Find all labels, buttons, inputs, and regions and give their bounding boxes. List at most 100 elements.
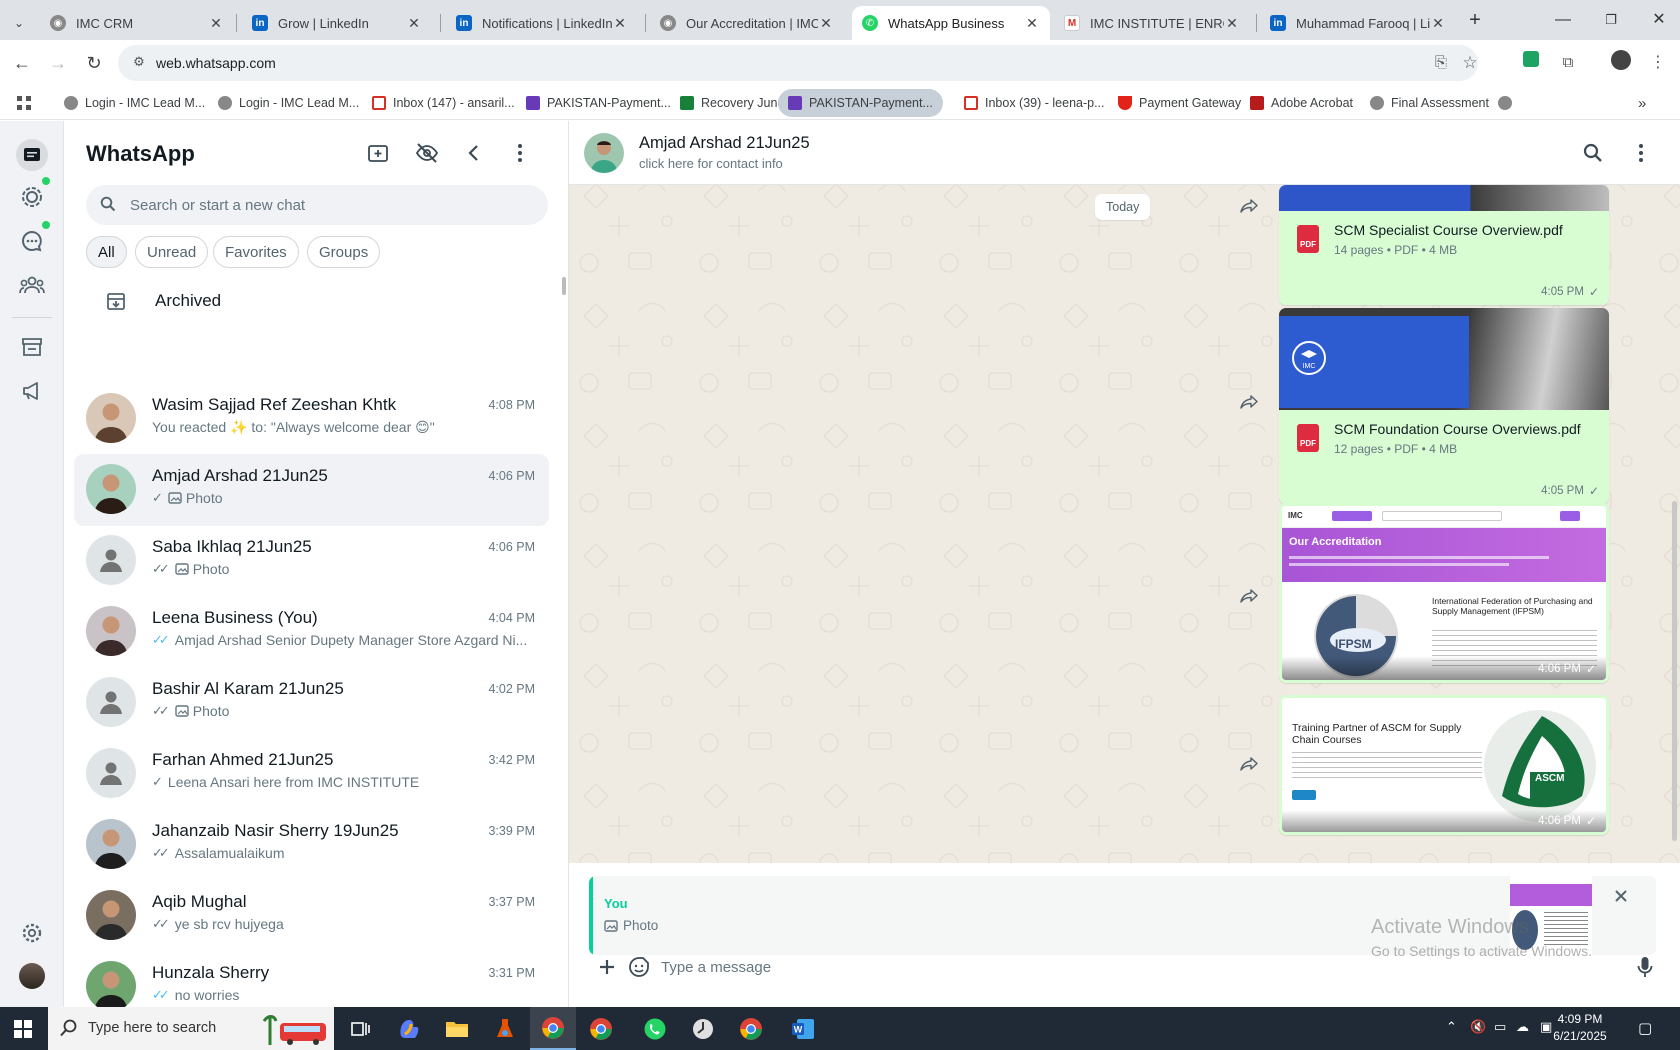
site-info-icon[interactable]: ⚙ bbox=[130, 54, 148, 72]
notification-center-icon[interactable]: ▢ bbox=[1638, 1019, 1652, 1037]
forward-button[interactable]: → bbox=[44, 49, 72, 77]
close-icon[interactable]: ✕ bbox=[1224, 15, 1240, 32]
new-tab-button[interactable]: + bbox=[1452, 8, 1498, 32]
menu-kebab-icon[interactable] bbox=[507, 140, 533, 166]
new-chat-icon[interactable] bbox=[366, 140, 392, 166]
communities-icon[interactable] bbox=[18, 271, 46, 299]
onedrive-cloud-icon[interactable]: ☁ bbox=[1516, 1019, 1529, 1035]
bookmark-item[interactable]: Login - IMC Lead M... bbox=[218, 92, 359, 114]
close-reply-icon[interactable] bbox=[1608, 883, 1634, 909]
volume-muted-icon[interactable]: 🔇 bbox=[1470, 1019, 1486, 1035]
profile-avatar[interactable] bbox=[1608, 50, 1634, 76]
search-icon[interactable] bbox=[1580, 140, 1606, 166]
filter-favorites[interactable]: Favorites bbox=[213, 236, 299, 268]
reload-button[interactable]: ↻ bbox=[80, 49, 108, 77]
channels-icon[interactable] bbox=[18, 227, 46, 255]
bookmark-item[interactable]: Login - IMC Lead M... bbox=[64, 92, 205, 114]
tab-notifications-linkedin[interactable]: in Notifications | LinkedIn ✕ bbox=[446, 6, 638, 40]
clock-app-icon[interactable] bbox=[680, 1007, 726, 1050]
apps-grid-icon[interactable] bbox=[16, 92, 32, 114]
bookmark-item[interactable]: Final Assessment bbox=[1370, 92, 1489, 114]
tab-imc-crm[interactable]: ◉ IMC CRM ✕ bbox=[40, 6, 234, 40]
default-avatar-icon[interactable] bbox=[86, 535, 136, 585]
chats-icon[interactable] bbox=[16, 139, 48, 171]
bookmark-item-hovered[interactable]: PAKISTAN-Payment... bbox=[778, 89, 943, 117]
filter-all[interactable]: All bbox=[86, 236, 127, 268]
back-button[interactable]: ← bbox=[8, 49, 36, 77]
tab-our-accreditation[interactable]: ◉ Our Accreditation | IMC C ✕ bbox=[650, 6, 844, 40]
advertise-megaphone-icon[interactable] bbox=[18, 377, 46, 405]
pinned-app-icon[interactable] bbox=[482, 1007, 528, 1050]
filter-unread[interactable]: Unread bbox=[135, 236, 209, 268]
chat-list-item[interactable]: Leena Business (You) 4:04 PM ✓✓ Amjad Arsha… bbox=[74, 596, 549, 668]
chevron-left-icon[interactable] bbox=[460, 140, 486, 166]
menu-kebab-icon[interactable] bbox=[1628, 140, 1654, 166]
chrome-profile-icon[interactable] bbox=[728, 1007, 774, 1050]
whatsapp-icon[interactable] bbox=[632, 1007, 678, 1050]
contact-avatar[interactable] bbox=[86, 464, 136, 514]
chrome-profile-icon[interactable] bbox=[578, 1007, 624, 1050]
chrome-icon[interactable] bbox=[530, 1007, 576, 1050]
bookmark-item[interactable]: Adobe Acrobat bbox=[1250, 92, 1353, 114]
chat-list-item[interactable]: Saba Ikhlaq 21Jun25 4:06 PM ✓✓ Photo bbox=[74, 525, 549, 597]
task-view-icon[interactable] bbox=[338, 1007, 384, 1050]
document-row[interactable]: PDF SCM Foundation Course Overviews.pdf … bbox=[1287, 416, 1601, 464]
system-clock[interactable]: 4:09 PM 6/21/2025 bbox=[1545, 1011, 1615, 1045]
search-input[interactable] bbox=[130, 185, 530, 225]
browser-menu-icon[interactable]: ⋮ bbox=[1645, 50, 1671, 76]
status-icon[interactable] bbox=[18, 183, 46, 211]
close-icon[interactable]: ✕ bbox=[818, 15, 834, 32]
close-icon[interactable]: ✕ bbox=[1024, 15, 1040, 32]
bookmark-item[interactable]: Inbox (39) - leena-p... bbox=[964, 92, 1105, 114]
extensions-puzzle-icon[interactable]: ⧉ bbox=[1555, 50, 1581, 76]
bookmark-item[interactable]: Inbox (147) - ansaril... bbox=[372, 92, 515, 114]
chat-list-item[interactable]: Farhan Ahmed 21Jun25 3:42 PM ✓ Leena Ansari… bbox=[74, 738, 549, 810]
install-app-icon[interactable]: ⎘ bbox=[1428, 50, 1454, 76]
tab-whatsapp-business[interactable]: ✆ WhatsApp Business ✕ bbox=[852, 6, 1050, 40]
close-icon[interactable]: ✕ bbox=[612, 15, 628, 32]
attach-plus-icon[interactable] bbox=[593, 953, 621, 981]
conversation-header[interactable]: Amjad Arshad 21Jun25 click here for cont… bbox=[569, 121, 1680, 185]
contact-avatar[interactable] bbox=[86, 606, 136, 656]
tab-imc-institute-enroll[interactable]: M IMC INSTITUTE | ENROLL ✕ bbox=[1054, 6, 1250, 40]
word-icon[interactable]: W bbox=[780, 1007, 826, 1050]
microphone-icon[interactable] bbox=[1631, 953, 1659, 981]
windows-start-icon[interactable] bbox=[0, 1007, 46, 1050]
extension-green-icon[interactable] bbox=[1518, 50, 1544, 76]
image-message[interactable]: Training Partner of ASCM for Supply Chai… bbox=[1279, 695, 1609, 835]
restore-button[interactable]: ❐ bbox=[1588, 8, 1634, 32]
close-icon[interactable]: ✕ bbox=[406, 15, 422, 32]
chat-list-item[interactable]: Jahanzaib Nasir Sherry 19Jun25 3:39 PM ✓✓ A… bbox=[74, 809, 549, 881]
forward-icon[interactable] bbox=[1234, 191, 1264, 221]
document-message[interactable]: IMC PDF SCM Foundation Course Overviews.… bbox=[1279, 308, 1609, 504]
archived-row[interactable]: Archived bbox=[64, 276, 568, 328]
forward-icon[interactable] bbox=[1234, 581, 1264, 611]
catalog-store-icon[interactable] bbox=[18, 333, 46, 361]
close-icon[interactable]: ✕ bbox=[1430, 15, 1446, 32]
forward-icon[interactable] bbox=[1234, 387, 1264, 417]
chat-list-scrollbar[interactable] bbox=[562, 277, 566, 295]
chat-list-item[interactable]: Bashir Al Karam 21Jun25 4:02 PM ✓✓ Photo bbox=[74, 667, 549, 739]
image-message[interactable]: IMC Our Accreditation IFPSM Internationa… bbox=[1279, 503, 1609, 683]
show-hidden-icons-chevron[interactable]: ⌃ bbox=[1446, 1019, 1457, 1035]
document-message[interactable]: PDF SCM Specialist Course Overview.pdf 1… bbox=[1279, 185, 1609, 305]
forward-icon[interactable] bbox=[1234, 749, 1264, 779]
settings-gear-icon[interactable] bbox=[18, 919, 46, 947]
close-window-button[interactable]: ✕ bbox=[1636, 8, 1680, 32]
contact-avatar[interactable] bbox=[86, 961, 136, 1007]
file-explorer-icon[interactable] bbox=[434, 1007, 480, 1050]
chat-list-item[interactable]: Hunzala Sherry 3:31 PM ✓✓ no worries bbox=[74, 951, 549, 1007]
address-bar[interactable]: ⚙ web.whatsapp.com ⎘ ☆ bbox=[118, 45, 1478, 81]
chat-list-item[interactable]: Aqib Mughal 3:37 PM ✓✓ ye sb rcv hujyega bbox=[74, 880, 549, 952]
my-profile-avatar[interactable] bbox=[19, 963, 45, 989]
contact-avatar[interactable] bbox=[86, 393, 136, 443]
bookmark-item[interactable] bbox=[1498, 92, 1519, 114]
network-icon[interactable]: ▭ bbox=[1494, 1019, 1506, 1035]
minimize-button[interactable]: — bbox=[1540, 8, 1586, 32]
status-privacy-eye-slash-icon[interactable] bbox=[414, 140, 440, 166]
bookmark-item[interactable]: Payment Gateway bbox=[1118, 92, 1241, 114]
document-row[interactable]: PDF SCM Specialist Course Overview.pdf 1… bbox=[1287, 217, 1601, 265]
default-avatar-icon[interactable] bbox=[86, 748, 136, 798]
message-input[interactable] bbox=[661, 952, 1541, 982]
bookmark-item[interactable]: PAKISTAN-Payment... bbox=[526, 92, 671, 114]
